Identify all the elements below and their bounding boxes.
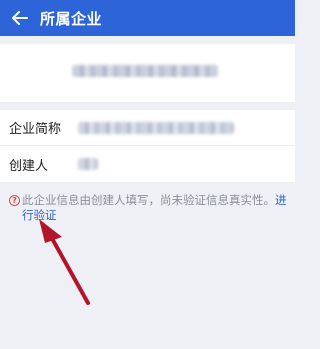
notice-text: 此企业信息由创建人填写，尚未验证信息真实性。 [22,193,275,207]
short-name-label: 企业简称 [9,122,62,137]
company-name-blurred [72,65,218,77]
verification-notice: ? 此企业信息由创建人填写，尚未验证信息真实性。进行验证 [9,193,291,223]
company-info-card: 企业简称 创建人 [0,110,295,182]
page-title: 所属企业 [40,9,103,28]
company-name-card [0,44,295,102]
notice-text-wrap: 此企业信息由创建人填写，尚未验证信息真实性。进行验证 [22,193,291,223]
creator-label: 创建人 [9,158,49,174]
creator-value-blurred [78,158,98,170]
top-app-bar: 所属企业 [0,0,295,36]
short-name-row: 企业简称 [0,110,295,146]
question-circle-icon: ? [9,195,20,206]
short-name-value-blurred [78,122,234,134]
back-arrow-icon[interactable] [0,0,40,36]
creator-row: 创建人 [0,146,295,182]
